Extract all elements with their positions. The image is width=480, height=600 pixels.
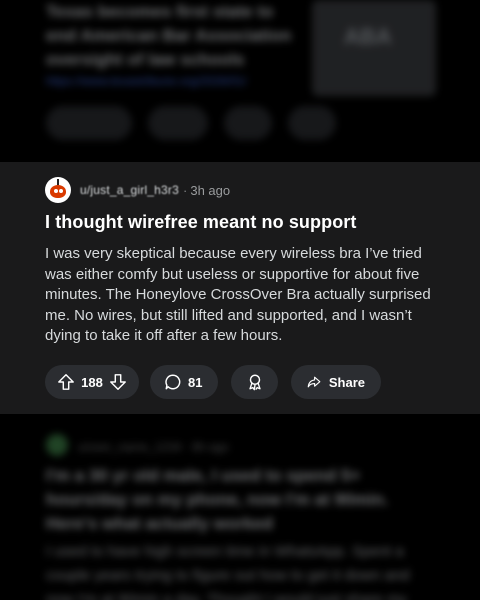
background-award-pill[interactable] <box>224 106 272 140</box>
background-avatar[interactable] <box>46 434 68 456</box>
downvote-button[interactable] <box>109 373 127 391</box>
award-ribbon-icon <box>248 374 261 391</box>
background-post-title-line: end American Bar Association <box>46 26 292 45</box>
background-vote-pill[interactable] <box>46 106 132 140</box>
background-post-top: Texas becomes first state to end America… <box>0 0 480 162</box>
upvote-button[interactable] <box>57 373 75 391</box>
background-post-actions <box>46 106 336 140</box>
background-comment-pill[interactable] <box>148 106 208 140</box>
post-timestamp: 3h ago <box>190 182 231 198</box>
meta-separator: · <box>183 182 188 198</box>
arrow-up-icon <box>58 374 74 390</box>
comment-count: 81 <box>188 374 203 390</box>
comment-bubble-icon <box>165 374 181 390</box>
background-post-title-line: Texas becomes first state to <box>46 2 274 21</box>
background-post-title-line: I'm a 30 yr old male, I used to spend 5+ <box>46 466 361 485</box>
vote-count: 188 <box>81 374 103 390</box>
post-actions: 188 81 Share <box>45 365 381 399</box>
post-body[interactable]: I was very skeptical because every wirel… <box>45 244 445 347</box>
avatar-head <box>50 185 66 198</box>
arrow-down-icon <box>110 374 126 390</box>
post-title[interactable]: I thought wirefree meant no support <box>45 212 357 233</box>
comments-button[interactable]: 81 <box>150 365 218 399</box>
background-post-meta: u/user_name_1234 · 8h ago <box>78 440 229 454</box>
avatar-eye <box>59 189 63 193</box>
share-arrow-icon <box>307 376 321 388</box>
background-post-body-line: now I'm at 90min a day. Thought I would … <box>46 591 407 600</box>
background-post-timestamp: 8h ago <box>192 440 229 454</box>
background-share-pill[interactable] <box>288 106 336 140</box>
background-post-author: u/user_name_1234 <box>78 440 182 454</box>
background-post-title-line: oversight of law schools <box>46 50 245 69</box>
post-meta: u/just_a_girl_h3r3 · 3h ago <box>45 176 230 204</box>
award-button[interactable] <box>231 365 278 399</box>
background-post-body-line: couple years trying to figure out how to… <box>46 567 410 584</box>
background-post-body-line: I used to have high screen time in Whats… <box>46 543 404 560</box>
post-card[interactable]: u/just_a_girl_h3r3 · 3h ago I thought wi… <box>0 162 480 414</box>
post-author[interactable]: u/just_a_girl_h3r3 <box>80 183 179 197</box>
share-label: Share <box>328 374 365 390</box>
background-post-title-line: Here's what actually worked <box>46 514 274 533</box>
share-button[interactable]: Share <box>291 365 381 399</box>
avatar-eye <box>54 189 58 193</box>
background-post-title-line: hours/day on my phone, now I'm at 90min. <box>46 490 389 509</box>
background-post-link[interactable]: https://www.texastribune.org/2026/01/ <box>46 74 247 88</box>
avatar[interactable] <box>45 177 71 203</box>
vote-control: 188 <box>45 365 139 399</box>
background-post-thumbnail-label: ABA <box>344 24 392 49</box>
background-post-bottom: u/user_name_1234 · 8h ago I'm a 30 yr ol… <box>0 416 480 600</box>
meta-separator: · <box>184 440 193 454</box>
